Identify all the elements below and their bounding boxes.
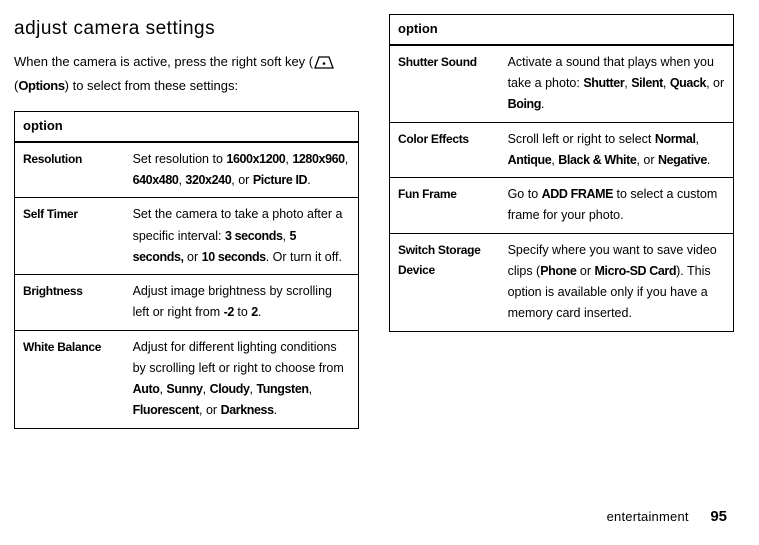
option-text: . bbox=[258, 305, 261, 319]
option-name: Color Effects bbox=[390, 122, 500, 178]
option-value: 320x240 bbox=[185, 173, 231, 187]
option-value: Boing bbox=[508, 97, 541, 111]
option-text: Go to bbox=[508, 187, 542, 201]
option-text: , or bbox=[706, 76, 724, 90]
option-text: Scroll left or right to select bbox=[508, 132, 655, 146]
option-description: Set resolution to 1600x1200, 1280x960, 6… bbox=[125, 142, 359, 198]
option-name: Brightness bbox=[15, 275, 125, 331]
option-value: 10 seconds bbox=[202, 250, 266, 264]
footer-page-number: 95 bbox=[710, 508, 727, 525]
option-text: . bbox=[307, 173, 310, 187]
option-description: Specify where you want to save video cli… bbox=[500, 233, 734, 331]
softkey-icon bbox=[313, 55, 335, 76]
table-row: Self TimerSet the camera to take a photo… bbox=[15, 198, 359, 275]
option-value: Darkness bbox=[221, 403, 274, 417]
table-body-right: Shutter SoundActivate a sound that plays… bbox=[390, 45, 734, 331]
table-row: BrightnessAdjust image brightness by scr… bbox=[15, 275, 359, 331]
intro-text-1: When the camera is active, press the rig… bbox=[14, 54, 313, 69]
table-row: White BalanceAdjust for different lighti… bbox=[15, 330, 359, 428]
option-value: Picture ID bbox=[253, 173, 307, 187]
option-text: or bbox=[576, 264, 594, 278]
option-value: ADD FRAME bbox=[542, 187, 613, 201]
option-text: Set resolution to bbox=[133, 152, 227, 166]
option-value: Silent bbox=[631, 76, 663, 90]
option-text: or bbox=[184, 250, 202, 264]
option-name: Self Timer bbox=[15, 198, 125, 275]
option-text: to bbox=[234, 305, 251, 319]
option-value: Negative bbox=[658, 153, 707, 167]
option-value: Shutter bbox=[583, 76, 624, 90]
option-text: . bbox=[541, 97, 544, 111]
option-value: Micro-SD Card bbox=[595, 264, 677, 278]
option-text: , or bbox=[636, 153, 658, 167]
option-text: . Or turn it off. bbox=[266, 250, 342, 264]
table-row: Color EffectsScroll left or right to sel… bbox=[390, 122, 734, 178]
intro-text-2: ) to select from these settings: bbox=[65, 78, 238, 93]
page-title: adjust camera settings bbox=[14, 14, 359, 44]
option-text: , bbox=[663, 76, 670, 90]
option-description: Adjust image brightness by scrolling lef… bbox=[125, 275, 359, 331]
option-value: 640x480 bbox=[133, 173, 179, 187]
option-value: Antique bbox=[508, 153, 552, 167]
table-body-left: ResolutionSet resolution to 1600x1200, 1… bbox=[15, 142, 359, 428]
footer-section: entertainment bbox=[607, 509, 689, 524]
option-name: Shutter Sound bbox=[390, 45, 500, 122]
table-row: Fun FrameGo to ADD FRAME to select a cus… bbox=[390, 178, 734, 234]
option-value: 1600x1200 bbox=[226, 152, 285, 166]
option-name: Resolution bbox=[15, 142, 125, 198]
option-text: , or bbox=[199, 403, 221, 417]
option-name: White Balance bbox=[15, 330, 125, 428]
table-header: option bbox=[15, 111, 359, 141]
page-footer: entertainment 95 bbox=[607, 505, 727, 529]
option-value: Sunny bbox=[166, 382, 202, 396]
option-value: Fluorescent bbox=[133, 403, 199, 417]
table-header: option bbox=[390, 15, 734, 45]
options-table-left: option ResolutionSet resolution to 1600x… bbox=[14, 111, 359, 429]
option-value: -2 bbox=[224, 305, 234, 319]
option-text: , or bbox=[231, 173, 253, 187]
table-row: Switch Storage DeviceSpecify where you w… bbox=[390, 233, 734, 331]
option-value: 3 seconds bbox=[225, 229, 283, 243]
option-text: , bbox=[696, 132, 699, 146]
option-description: Activate a sound that plays when you tak… bbox=[500, 45, 734, 122]
option-value: Quack bbox=[670, 76, 706, 90]
option-value: Normal bbox=[655, 132, 696, 146]
option-value: Black & White bbox=[558, 153, 636, 167]
option-text: . bbox=[707, 153, 710, 167]
options-table-right: option Shutter SoundActivate a sound tha… bbox=[389, 14, 734, 332]
option-text: , bbox=[203, 382, 210, 396]
option-value: 1280x960 bbox=[292, 152, 344, 166]
option-value: Phone bbox=[540, 264, 576, 278]
intro-options-label: Options bbox=[18, 78, 64, 93]
option-text: . bbox=[274, 403, 277, 417]
table-row: Shutter SoundActivate a sound that plays… bbox=[390, 45, 734, 122]
option-description: Set the camera to take a photo after a s… bbox=[125, 198, 359, 275]
option-text: , bbox=[309, 382, 312, 396]
option-value: Tungsten bbox=[256, 382, 308, 396]
intro-paragraph: When the camera is active, press the rig… bbox=[14, 52, 359, 97]
option-value: Cloudy bbox=[210, 382, 250, 396]
option-name: Fun Frame bbox=[390, 178, 500, 234]
option-description: Go to ADD FRAME to select a custom frame… bbox=[500, 178, 734, 234]
option-name: Switch Storage Device bbox=[390, 233, 500, 331]
option-description: Scroll left or right to select Normal, A… bbox=[500, 122, 734, 178]
option-text: Adjust for different lighting conditions… bbox=[133, 340, 344, 375]
option-value: Auto bbox=[133, 382, 160, 396]
option-text: , bbox=[345, 152, 348, 166]
option-description: Adjust for different lighting conditions… bbox=[125, 330, 359, 428]
table-row: ResolutionSet resolution to 1600x1200, 1… bbox=[15, 142, 359, 198]
